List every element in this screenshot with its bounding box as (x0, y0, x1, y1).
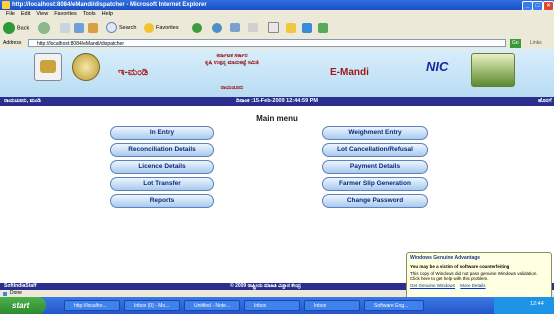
licence-details-button[interactable]: Licence Details (110, 160, 214, 174)
kannada-emandi-title: ಇ-ಮಂಡಿ (118, 67, 149, 78)
window-title: http://localhost:8084/eMandi/dispatcher … (12, 2, 207, 8)
menu-edit[interactable]: Edit (21, 11, 30, 17)
footer-user-text: SoftIndiaStaff (4, 283, 37, 289)
print-icon (248, 23, 258, 33)
farmer-slip-generation-button[interactable]: Farmer Slip Generation (322, 177, 428, 191)
start-button[interactable]: start (0, 297, 46, 314)
task-browser[interactable]: http://localho... (64, 300, 120, 311)
refresh-icon (74, 22, 84, 33)
discuss-button[interactable] (318, 22, 330, 35)
history-icon (212, 22, 222, 33)
task-mail[interactable]: Inbox (0) - Mo... (124, 300, 180, 311)
forward-arrow-icon (38, 22, 50, 34)
messenger-button[interactable] (286, 22, 298, 35)
lot-cancellation-refusal-button[interactable]: Lot Cancellation/Refusal (322, 143, 428, 157)
edit-icon (268, 22, 279, 34)
media-button[interactable] (192, 22, 204, 35)
get-genuine-link[interactable]: Get Genuine Windows (410, 283, 455, 288)
stop-button[interactable] (60, 22, 72, 35)
clock: 12:44 (530, 301, 544, 307)
favorites-button[interactable]: Favorites (144, 22, 179, 35)
task-software[interactable]: Software Eng... (364, 300, 424, 311)
back-arrow-icon (3, 22, 15, 34)
change-password-button[interactable]: Change Password (322, 194, 428, 208)
search-button[interactable]: Search (106, 22, 136, 35)
page-header: ಇ-ಮಂಡಿ ಕರ್ನಾಟಕ ಸರ್ಕಾರ ಕೃಷಿ ಉತ್ಪನ್ನ ಮಾರುಕ… (0, 49, 554, 97)
payment-details-button[interactable]: Payment Details (322, 160, 428, 174)
window-titlebar: http://localhost:8084/eMandi/dispatcher … (0, 0, 554, 11)
balloon-title: Windows Genuine Advantage (410, 255, 481, 261)
taskbar: start http://localho... Inbox (0) - Mo..… (0, 297, 554, 314)
star-icon (144, 22, 154, 33)
menu-favorites[interactable]: Favorites (54, 11, 77, 17)
balloon-body: This copy of Windows did not pass genuin… (410, 271, 538, 281)
menu-help[interactable]: Help (102, 11, 113, 17)
task-inbox-2[interactable]: Inbox (304, 300, 360, 311)
page-icon (3, 292, 7, 296)
back-button[interactable]: Back (3, 22, 29, 35)
links-label[interactable]: Links (530, 38, 542, 49)
mail-icon (230, 23, 240, 33)
research-icon (302, 22, 312, 33)
kannada-line2: ಕೃಷಿ ಉತ್ಪನ್ನ ಮಾರುಕಟ್ಟೆ ಸಮಿತಿ (205, 60, 259, 66)
media-icon (192, 22, 202, 33)
stop-icon (60, 22, 70, 33)
home-button[interactable] (88, 22, 100, 35)
research-button[interactable] (302, 22, 314, 35)
kannada-line3: ರಾಯಚೂರು (220, 85, 244, 91)
ie-icon (2, 1, 10, 9)
weighment-entry-button[interactable]: Weighment Entry (322, 126, 428, 140)
nic-logo-text: NIC (426, 59, 449, 74)
address-input[interactable]: http://localhost:8084/eMandi/dispatcher (28, 39, 506, 47)
menu-view[interactable]: View (36, 11, 48, 17)
reports-button[interactable]: Reports (110, 194, 214, 208)
kannada-line1: ಕರ್ನಾಟಕ ಸರ್ಕಾರ (216, 53, 248, 59)
menu-file[interactable]: File (6, 11, 15, 17)
go-button[interactable]: Go (510, 39, 521, 48)
forward-button[interactable] (38, 22, 52, 35)
menu-bar: File Edit View Favorites Tools Help (0, 10, 554, 19)
task-notepad[interactable]: Untitled - Note... (184, 300, 240, 311)
mail-button[interactable] (230, 22, 242, 35)
footer-copyright-text: © 2009 ರಾಷ್ಟ್ರೀಯ ಮಾಹಿತಿ ವಿಜ್ಞಾನ ಕೇಂದ್ರ (230, 283, 301, 289)
apmc-seal-logo (72, 53, 100, 81)
more-details-link[interactable]: More Details (460, 283, 485, 288)
info-bar: ರಾಯಚೂರು, ಮಂಡಿ ದಿನಾಂಕ :15-Feb-2009 12:44:… (0, 97, 554, 106)
farm-photo-image (471, 53, 515, 87)
home-icon (88, 22, 98, 33)
browser-toolbar: Back Search Favorites (0, 19, 554, 39)
history-button[interactable] (212, 22, 224, 35)
lot-transfer-button[interactable]: Lot Transfer (110, 177, 214, 191)
system-tray: 12:44 (494, 297, 554, 314)
notification-balloon[interactable]: Windows Genuine Advantage You may be a v… (406, 252, 552, 300)
print-button[interactable] (248, 22, 260, 35)
reconciliation-details-button[interactable]: Reconciliation Details (110, 143, 214, 157)
kannada-header-text: ಕರ್ನಾಟಕ ಸರ್ಕಾರ ಕೃಷಿ ಉತ್ಪನ್ನ ಮಾರುಕಟ್ಟೆ ಸಮ… (182, 53, 282, 67)
task-inbox-1[interactable]: Inbox (244, 300, 300, 311)
balloon-heading: You may be a victim of software counterf… (410, 264, 510, 269)
date-text: ದಿನಾಂಕ :15-Feb-2009 12:44:59 PM (236, 98, 318, 104)
logout-link[interactable]: ಹೊರಗೆ (538, 97, 552, 106)
in-entry-button[interactable]: In Entry (110, 126, 214, 140)
main-menu-title: Main menu (256, 114, 298, 123)
status-text: Done (10, 290, 22, 296)
emandi-title: E-Mandi (330, 67, 369, 78)
menu-tools[interactable]: Tools (83, 11, 96, 17)
folder-icon (286, 22, 296, 33)
address-label: Address (3, 40, 22, 46)
search-icon (106, 22, 117, 34)
discuss-icon (318, 22, 328, 33)
edit-button[interactable] (268, 22, 281, 35)
refresh-button[interactable] (74, 22, 86, 35)
karnataka-emblem-logo (34, 53, 62, 81)
